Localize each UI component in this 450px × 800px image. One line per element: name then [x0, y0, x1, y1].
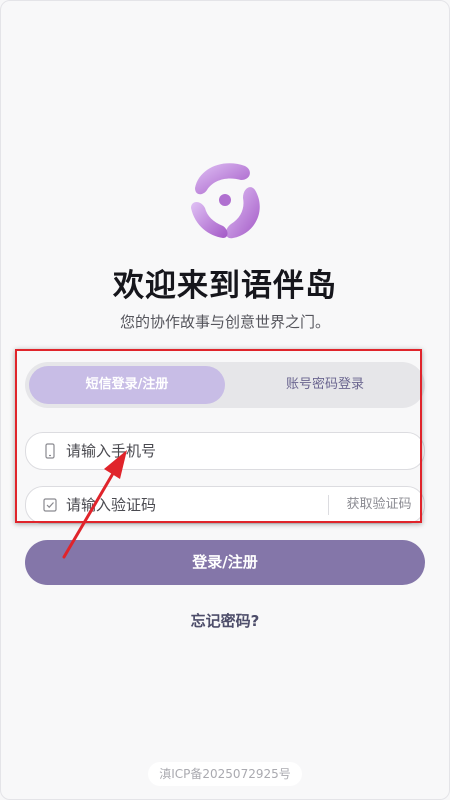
- page-subtitle: 您的协作故事与创意世界之门。: [119, 313, 330, 331]
- annotation-highlight-box: [15, 349, 422, 523]
- app-logo-icon: [191, 163, 260, 239]
- forgot-password-link[interactable]: 忘记密码?: [0, 610, 450, 631]
- icp-record-link[interactable]: 滇ICP备2025072925号: [148, 762, 302, 786]
- login-register-button[interactable]: 登录/注册: [25, 540, 425, 585]
- page-title: 欢迎来到语伴岛: [113, 268, 337, 304]
